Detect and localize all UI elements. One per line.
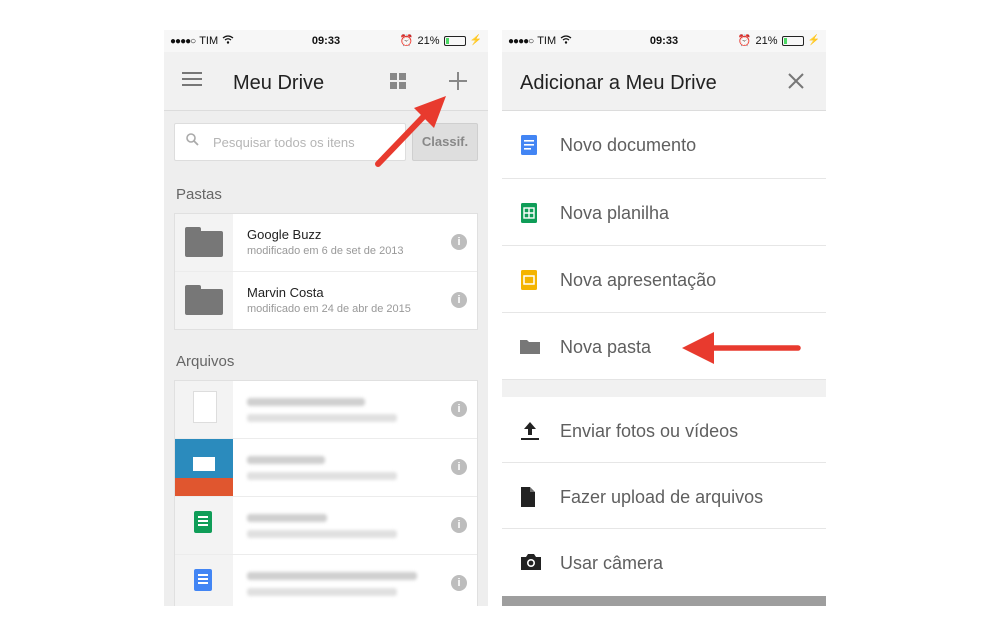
blurred-file-meta: [247, 588, 397, 596]
info-icon[interactable]: i: [451, 234, 467, 250]
sheet-title: Adicionar a Meu Drive: [520, 72, 717, 94]
blurred-file-name: [247, 514, 327, 522]
menu-item-label: Usar câmera: [560, 553, 664, 573]
sheet-icon: [194, 511, 212, 533]
phone-screen-right: ●●●●○ TIM 09:33 ⏰ 21% ⚡ Adicionar a Meu …: [502, 30, 826, 606]
info-icon[interactable]: i: [451, 575, 467, 591]
search-placeholder: Pesquisar todos os itens: [213, 135, 355, 150]
sheet-icon: [520, 203, 538, 223]
files-list: i i i i: [174, 380, 478, 606]
list-item[interactable]: i: [175, 555, 477, 606]
menu-item-label: Nova pasta: [560, 337, 652, 357]
charging-icon: ⚡: [807, 35, 820, 46]
upload-photos-item[interactable]: Enviar fotos ou vídeos: [502, 397, 826, 463]
menu-item-label: Enviar fotos ou vídeos: [560, 421, 739, 441]
list-item[interactable]: i: [175, 439, 477, 497]
info-icon[interactable]: i: [451, 401, 467, 417]
list-item[interactable]: i: [175, 497, 477, 555]
search-icon: [186, 133, 199, 149]
blurred-file-name: [247, 572, 417, 580]
camera-icon: [520, 553, 541, 573]
new-presentation-item[interactable]: Nova apresentação: [502, 246, 826, 312]
info-icon[interactable]: i: [451, 459, 467, 475]
info-icon[interactable]: i: [451, 517, 467, 533]
thumb-screen: [193, 457, 215, 471]
hamburger-menu-icon[interactable]: [182, 71, 202, 92]
blurred-file-meta: [247, 472, 397, 480]
list-item[interactable]: Marvin Costa modificado em 24 de abr de …: [175, 272, 477, 329]
page-title: Meu Drive: [233, 72, 325, 94]
folder-thumb: [175, 272, 233, 329]
app-bar: Adicionar a Meu Drive: [502, 52, 826, 111]
new-spreadsheet-item[interactable]: Nova planilha: [502, 179, 826, 245]
doc-icon: [194, 569, 212, 591]
annotation-arrow-add: [375, 96, 446, 167]
file-icon: [193, 391, 217, 423]
blurred-file-name: [247, 456, 325, 464]
presentation-thumbnail: [175, 439, 233, 496]
file-thumb: [175, 381, 233, 438]
folder-name: Marvin Costa: [247, 285, 324, 300]
folder-modified: modificado em 24 de abr de 2015: [247, 303, 411, 315]
charging-icon: ⚡: [469, 35, 482, 46]
blurred-file-meta: [247, 530, 397, 538]
folders-heading: Pastas: [176, 186, 222, 203]
close-icon[interactable]: [787, 72, 805, 95]
file-icon: [520, 487, 538, 507]
upload-icon: [520, 421, 539, 441]
files-heading: Arquivos: [176, 353, 235, 370]
alarm-icon: ⏰: [399, 35, 414, 47]
status-bar: ●●●●○ TIM 09:33 ⏰ 21% ⚡: [164, 30, 488, 52]
new-document-item[interactable]: Novo documento: [502, 111, 826, 177]
battery-icon: [443, 35, 466, 46]
folders-list: Google Buzz modificado em 6 de set de 20…: [174, 213, 478, 330]
add-icon[interactable]: [448, 71, 468, 96]
use-camera-item[interactable]: Usar câmera: [502, 529, 826, 595]
blurred-file-name: [247, 398, 365, 406]
bottom-edge: [502, 596, 826, 606]
alarm-icon: ⏰: [737, 35, 752, 47]
blurred-file-meta: [247, 414, 397, 422]
thumb-band: [175, 478, 233, 496]
folder-icon: [520, 337, 540, 357]
menu-item-label: Fazer upload de arquivos: [560, 487, 764, 507]
folder-thumb: [175, 214, 233, 271]
menu-item-label: Nova apresentação: [560, 270, 717, 290]
file-thumb: [175, 555, 233, 606]
section-separator: [502, 379, 826, 398]
folder-name: Google Buzz: [247, 227, 322, 242]
list-item[interactable]: i: [175, 381, 477, 439]
battery-icon: [781, 35, 804, 46]
folder-modified: modificado em 6 de set de 2013: [247, 245, 404, 257]
upload-files-item[interactable]: Fazer upload de arquivos: [502, 463, 826, 529]
list-item[interactable]: Google Buzz modificado em 6 de set de 20…: [175, 214, 477, 272]
file-thumb: [175, 497, 233, 554]
grid-view-icon[interactable]: [390, 73, 406, 94]
folder-icon: [185, 227, 223, 257]
status-bar: ●●●●○ TIM 09:33 ⏰ 21% ⚡: [502, 30, 826, 52]
annotation-arrow-new-folder: [682, 332, 801, 364]
slides-icon: [520, 270, 538, 290]
info-icon[interactable]: i: [451, 292, 467, 308]
battery-percent: 21%: [417, 34, 440, 47]
doc-icon: [520, 135, 538, 155]
menu-item-label: Novo documento: [560, 135, 697, 155]
battery-percent: 21%: [755, 34, 778, 47]
menu-item-label: Nova planilha: [560, 203, 670, 223]
folder-icon: [185, 285, 223, 315]
